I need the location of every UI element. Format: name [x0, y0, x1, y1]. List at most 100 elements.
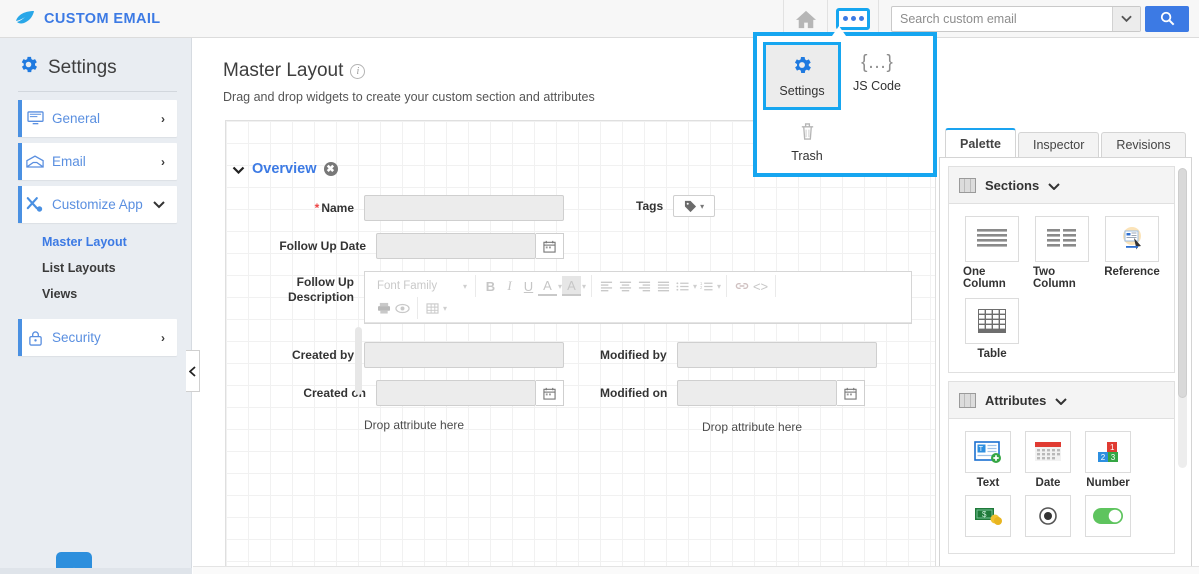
popup-item-js-code[interactable]: {…} JS Code	[841, 42, 913, 102]
chevron-down-icon[interactable]: ▾	[582, 282, 586, 291]
align-right-icon[interactable]	[635, 276, 654, 296]
popup-item-label: Trash	[791, 148, 823, 163]
drop-hint-label: Drop attribute here	[364, 418, 465, 432]
brand-logo-area[interactable]: CUSTOM EMAIL	[0, 10, 161, 28]
popup-item-trash[interactable]: Trash	[771, 112, 843, 172]
tab-palette[interactable]: Palette	[945, 128, 1016, 158]
sidebar-subitem-views[interactable]: Views	[0, 281, 191, 307]
palette-item-currency[interactable]: $	[963, 495, 1013, 541]
popup-item-settings[interactable]: Settings	[763, 42, 841, 110]
layout-canvas[interactable]: Overview ✖ * Name Tags ▾ Follow Up Date …	[225, 120, 936, 574]
bold-icon[interactable]: B	[481, 276, 500, 296]
sidebar-divider	[18, 91, 177, 92]
palette-group-header-sections[interactable]: Sections	[948, 166, 1175, 204]
name-input[interactable]	[364, 195, 564, 221]
sidebar-item-security[interactable]: Security ›	[18, 319, 177, 356]
feather-logo-icon	[14, 10, 36, 28]
brand-title: CUSTOM EMAIL	[44, 10, 161, 27]
highlight-color-icon[interactable]: A	[562, 276, 582, 296]
font-color-icon[interactable]: A	[538, 276, 557, 296]
palette-item-table[interactable]: Table	[963, 298, 1021, 360]
drop-zone-left[interactable]: Drop attribute here	[226, 418, 564, 432]
chevron-down-icon: ▾	[700, 201, 705, 211]
calendar-icon[interactable]	[837, 380, 866, 406]
two-column-icon	[1035, 216, 1089, 262]
application-window: CUSTOM EMAIL Search custom email Setting…	[0, 0, 1199, 574]
modified-by-input[interactable]	[676, 342, 877, 368]
palette-scrollbar-thumb[interactable]	[1178, 168, 1187, 398]
tag-icon	[685, 200, 697, 212]
drop-zone-right[interactable]: Drop attribute here	[600, 418, 802, 436]
table-icon[interactable]	[423, 298, 442, 318]
numbered-list-icon[interactable]: 12	[697, 276, 716, 296]
sidebar-collapse-handle[interactable]	[186, 350, 200, 392]
sidebar-subitem-master-layout[interactable]: Master Layout	[0, 229, 191, 255]
svg-text:2: 2	[700, 284, 703, 289]
field-label: Modified by	[600, 347, 667, 362]
palette-scrollbar-track[interactable]	[1178, 168, 1187, 468]
palette-item-one-column[interactable]: One Column	[963, 216, 1021, 290]
sidebar-item-email[interactable]: Email ›	[18, 143, 177, 180]
sidebar-item-label: Security	[52, 330, 101, 345]
sidebar-item-customize-app[interactable]: Customize App	[18, 186, 177, 223]
chevron-down-icon[interactable]: ▾	[717, 282, 721, 291]
number-attribute-icon: 1 2 3	[1085, 431, 1131, 473]
field-created-on: Created on	[226, 380, 564, 406]
close-circle-icon[interactable]: ✖	[323, 162, 338, 176]
sidebar-subitem-list-layouts[interactable]: List Layouts	[0, 255, 191, 281]
info-icon[interactable]: i	[350, 63, 366, 79]
sidebar-title-label: Settings	[48, 56, 117, 78]
preview-icon[interactable]	[393, 298, 412, 318]
align-center-icon[interactable]	[616, 276, 635, 296]
rich-text-editor[interactable]: Font Family ▾ B I U A ▾ A ▾ ▾ 1 2 ▾ <> ▾	[355, 271, 912, 395]
font-family-select[interactable]: Font Family ▾	[374, 276, 470, 296]
popup-item-label: Settings	[779, 84, 825, 98]
created-by-input[interactable]	[364, 342, 564, 368]
palette-item-number[interactable]: 1 2 3 Number	[1083, 431, 1133, 489]
modified-on-input[interactable]	[677, 380, 838, 406]
align-left-icon[interactable]	[597, 276, 616, 296]
right-panel: Palette Inspector Revisions Sections One…	[939, 128, 1192, 574]
toggle-attribute-icon	[1085, 495, 1131, 537]
created-on-input[interactable]	[376, 380, 536, 406]
tags-picker-button[interactable]: ▾	[673, 195, 716, 217]
more-dots-icon[interactable]	[836, 7, 870, 30]
palette-scroll-content: Sections One Column Two Column Reference…	[948, 166, 1175, 574]
palette-item-label: Date	[1035, 477, 1061, 489]
search-input[interactable]	[892, 6, 1112, 31]
tab-revisions[interactable]: Revisions	[1101, 132, 1186, 158]
gear-icon	[791, 54, 813, 79]
field-modified-on: Modified on	[600, 380, 866, 406]
sidebar-item-general[interactable]: General ›	[18, 100, 177, 137]
search-button[interactable]	[1145, 5, 1189, 32]
svg-text:3: 3	[1111, 453, 1116, 462]
search-box	[891, 5, 1141, 32]
link-icon[interactable]	[732, 276, 751, 296]
palette-item-reference[interactable]: Reference	[1103, 216, 1161, 290]
calendar-icon[interactable]	[536, 233, 564, 259]
palette-item-label: Reference	[1104, 266, 1160, 278]
popup-item-label: JS Code	[853, 78, 901, 93]
calendar-icon[interactable]	[536, 380, 564, 406]
editor-scrollbar[interactable]	[355, 327, 362, 395]
palette-item-label: Table	[977, 348, 1007, 360]
palette-item-date[interactable]: Date	[1023, 431, 1073, 489]
chevron-down-icon[interactable]	[232, 162, 245, 177]
palette-item-two-column[interactable]: Two Column	[1033, 216, 1091, 290]
print-icon[interactable]	[374, 298, 393, 318]
underline-icon[interactable]: U	[519, 276, 538, 296]
italic-icon[interactable]: I	[500, 276, 519, 296]
tab-inspector[interactable]: Inspector	[1018, 132, 1100, 158]
palette-item-text[interactable]: T Text	[963, 431, 1013, 489]
chevron-down-icon[interactable]: ▾	[443, 304, 447, 313]
palette-item-radio[interactable]	[1023, 495, 1073, 541]
align-justify-icon[interactable]	[654, 276, 673, 296]
palette-group-header-attributes[interactable]: Attributes	[948, 381, 1175, 419]
palette-item-toggle[interactable]	[1083, 495, 1133, 541]
follow-up-date-input[interactable]	[376, 233, 536, 259]
form-row-created-modified-on: Created on Modified on	[226, 380, 935, 406]
source-code-icon[interactable]: <>	[751, 276, 770, 296]
sidebar-title: Settings	[0, 38, 191, 91]
bullet-list-icon[interactable]	[673, 276, 692, 296]
chevron-down-icon[interactable]	[1112, 6, 1140, 31]
